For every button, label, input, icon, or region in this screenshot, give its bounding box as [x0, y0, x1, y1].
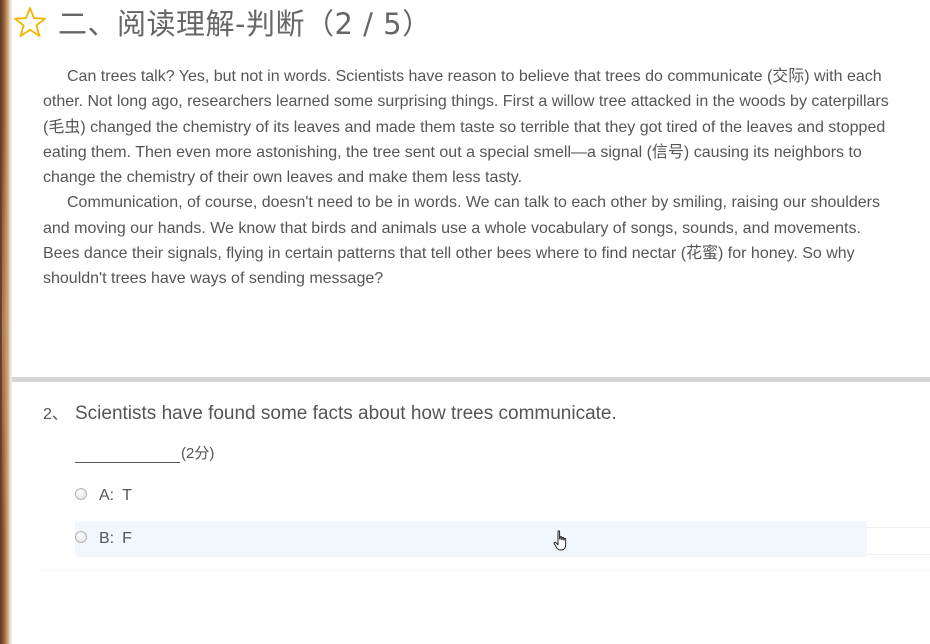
option-b-value: F — [122, 530, 132, 547]
passage-paragraph: Can trees talk? Yes, but not in words. S… — [43, 68, 889, 187]
star-outline-icon[interactable] — [14, 6, 46, 38]
option-b-radio[interactable] — [75, 531, 87, 543]
option-b[interactable]: B: F — [75, 521, 867, 557]
divider-line — [40, 570, 930, 571]
question-text: Scientists have found some facts about h… — [75, 403, 617, 424]
divider-line — [867, 527, 930, 528]
section-divider — [12, 377, 930, 382]
option-a-value: T — [122, 487, 132, 504]
option-b-key: B: — [99, 530, 115, 547]
answer-blank — [75, 440, 180, 463]
option-a[interactable]: A: T — [75, 478, 867, 514]
divider-line — [867, 554, 930, 555]
background-photo-strip — [0, 0, 12, 644]
question-score: (2分) — [181, 445, 215, 462]
reading-passage: Can trees talk? Yes, but not in words. S… — [43, 64, 893, 292]
hand-pointer-cursor-icon — [553, 530, 567, 551]
option-a-radio[interactable] — [75, 488, 87, 500]
page-title: 二、阅读理解-判断（2 / 5） — [58, 7, 432, 41]
passage-paragraph: Communication, of course, doesn't need t… — [43, 194, 880, 288]
question-number: 2、 — [43, 406, 68, 423]
question-stem: 2、 Scientists have found some facts abou… — [43, 400, 903, 425]
option-a-key: A: — [99, 487, 115, 504]
answer-blank-row: (2分) — [75, 440, 214, 463]
section-header: 二、阅读理解-判断（2 / 5） — [14, 2, 432, 42]
